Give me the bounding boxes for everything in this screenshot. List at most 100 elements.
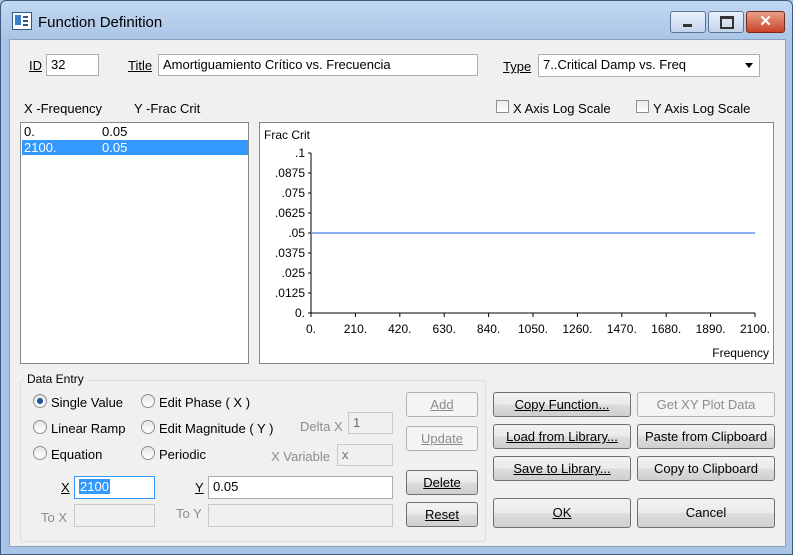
y-tick-label: .0375	[275, 246, 305, 260]
type-label: Type	[503, 59, 531, 74]
x-value-text: 2100	[79, 479, 110, 494]
to-x-field[interactable]	[74, 504, 155, 527]
delta-x-field[interactable]: 1	[348, 412, 393, 434]
save-to-library-button[interactable]: Save to Library...	[493, 456, 631, 481]
chevron-down-icon	[745, 63, 753, 68]
dialog-client-area: ID 32 Title Amortiguamiento Crítico vs. …	[9, 39, 786, 547]
delta-x-label: Delta X	[300, 419, 343, 434]
x-variable-label: X Variable	[271, 449, 331, 464]
list-item-y: 0.05	[102, 124, 128, 139]
update-button-label: Update	[421, 431, 463, 446]
linear-ramp-radio[interactable]	[33, 420, 47, 434]
get-xy-plot-data-button[interactable]: Get XY Plot Data	[637, 392, 775, 417]
x-tick-label: 1050.	[518, 322, 548, 336]
header-panel: ID 32 Title Amortiguamiento Crítico vs. …	[10, 40, 785, 90]
edit-magnitude-label[interactable]: Edit Magnitude ( Y )	[159, 421, 273, 436]
x-tick-label: 0.	[306, 322, 316, 336]
window-title: Function Definition	[38, 14, 163, 31]
y-tick-label: 0.	[295, 306, 305, 320]
list-item-x: 0.	[24, 124, 35, 139]
y-tick-label: .05	[288, 226, 305, 240]
y-tick-label: .0875	[275, 166, 305, 180]
cancel-button[interactable]: Cancel	[637, 498, 775, 528]
list-item-x: 2100.	[24, 140, 57, 155]
copy-to-clipboard-button[interactable]: Copy to Clipboard	[637, 456, 775, 481]
copy-function-button[interactable]: Copy Function...	[493, 392, 631, 417]
chart-svg: Frac Crit Frequency .1 .0875 .075 .0625 .05.…	[264, 128, 770, 360]
y-tick-label: .1	[295, 146, 305, 160]
x-value-label-text: X	[61, 480, 70, 495]
list-item-selected[interactable]: 2100. 0.05	[22, 140, 248, 155]
y-tick-label: .0125	[275, 286, 305, 300]
y-value-field[interactable]: 0.05	[208, 476, 393, 499]
y-tick-label: .075	[282, 186, 306, 200]
xy-data-list[interactable]: 0. 0.05 2100. 0.05	[20, 122, 249, 364]
x-tick-label: 1470.	[607, 322, 637, 336]
maximize-icon	[720, 16, 734, 29]
title-field[interactable]: Amortiguamiento Crítico vs. Frecuencia	[158, 54, 478, 76]
close-button[interactable]: ✕	[746, 11, 785, 33]
y-log-scale-checkbox[interactable]	[636, 100, 649, 113]
type-combobox-value: 7..Critical Damp vs. Freq	[543, 57, 687, 72]
delete-button-label: Delete	[423, 475, 461, 490]
app-icon	[12, 12, 32, 30]
x-axis-label: Frequency	[712, 346, 769, 360]
x-log-scale-checkbox[interactable]	[496, 100, 509, 113]
x-log-scale-label[interactable]: X Axis Log Scale	[513, 101, 611, 116]
id-field[interactable]: 32	[46, 54, 99, 76]
x-value-label: X	[61, 480, 70, 495]
reset-button-label: Reset	[425, 507, 459, 522]
periodic-radio[interactable]	[141, 446, 155, 460]
load-from-library-button[interactable]: Load from Library...	[493, 424, 631, 449]
maximize-button[interactable]	[708, 11, 744, 33]
x-tick-label: 1890.	[696, 322, 726, 336]
linear-ramp-label[interactable]: Linear Ramp	[51, 421, 125, 436]
delete-button[interactable]: Delete	[406, 470, 478, 495]
type-combobox[interactable]: 7..Critical Damp vs. Freq	[538, 54, 760, 77]
minimize-button[interactable]	[670, 11, 706, 33]
x-tick-label: 1260.	[562, 322, 592, 336]
edit-magnitude-radio[interactable]	[141, 420, 155, 434]
equation-label[interactable]: Equation	[51, 447, 102, 462]
to-y-field[interactable]	[208, 504, 393, 527]
y-value-label-text: Y	[195, 480, 204, 495]
close-icon: ✕	[759, 13, 772, 30]
x-variable-field[interactable]: x	[337, 444, 393, 466]
y-axis-label: Frac Crit	[264, 128, 311, 142]
save-to-library-label: Save to Library...	[513, 461, 611, 476]
minimize-icon	[683, 24, 692, 27]
add-button[interactable]: Add	[406, 392, 478, 417]
y-tick-label: .0625	[275, 206, 305, 220]
id-label: ID	[29, 58, 42, 73]
y-value-label: Y	[195, 480, 204, 495]
edit-phase-radio[interactable]	[141, 394, 155, 408]
data-entry-group-title: Data Entry	[24, 372, 87, 386]
add-button-label: Add	[430, 397, 454, 412]
x-tick-label: 420.	[388, 322, 411, 336]
edit-phase-label[interactable]: Edit Phase ( X )	[159, 395, 250, 410]
title-label: Title	[128, 58, 152, 73]
update-button[interactable]: Update	[406, 426, 478, 451]
load-from-library-label: Load from Library...	[506, 429, 618, 444]
single-value-label[interactable]: Single Value	[51, 395, 123, 410]
x-tick-label: 840.	[477, 322, 500, 336]
dialog-window: Function Definition ✕ ID 32 Title Amorti…	[0, 0, 793, 555]
id-label-text: ID	[29, 58, 42, 73]
x-tick-label: 210.	[344, 322, 367, 336]
x-value-field[interactable]: 2100	[74, 476, 155, 499]
paste-from-clipboard-button[interactable]: Paste from Clipboard	[637, 424, 775, 449]
copy-function-label: Copy Function...	[514, 397, 610, 412]
ok-button[interactable]: OK	[493, 498, 631, 528]
list-item[interactable]: 0. 0.05	[22, 124, 248, 139]
ok-button-label: OK	[552, 505, 572, 520]
reset-button[interactable]: Reset	[406, 502, 478, 527]
function-plot: Frac Crit Frequency .1 .0875 .075 .0625 .05.…	[259, 122, 774, 364]
to-y-label: To Y	[176, 506, 202, 521]
to-x-label: To X	[41, 510, 68, 525]
x-tick-label: 630.	[433, 322, 456, 336]
equation-radio[interactable]	[33, 446, 47, 460]
y-log-scale-label[interactable]: Y Axis Log Scale	[653, 101, 750, 116]
title-bar[interactable]: Function Definition ✕	[1, 1, 792, 41]
single-value-radio[interactable]	[33, 394, 47, 408]
periodic-label[interactable]: Periodic	[159, 447, 206, 462]
